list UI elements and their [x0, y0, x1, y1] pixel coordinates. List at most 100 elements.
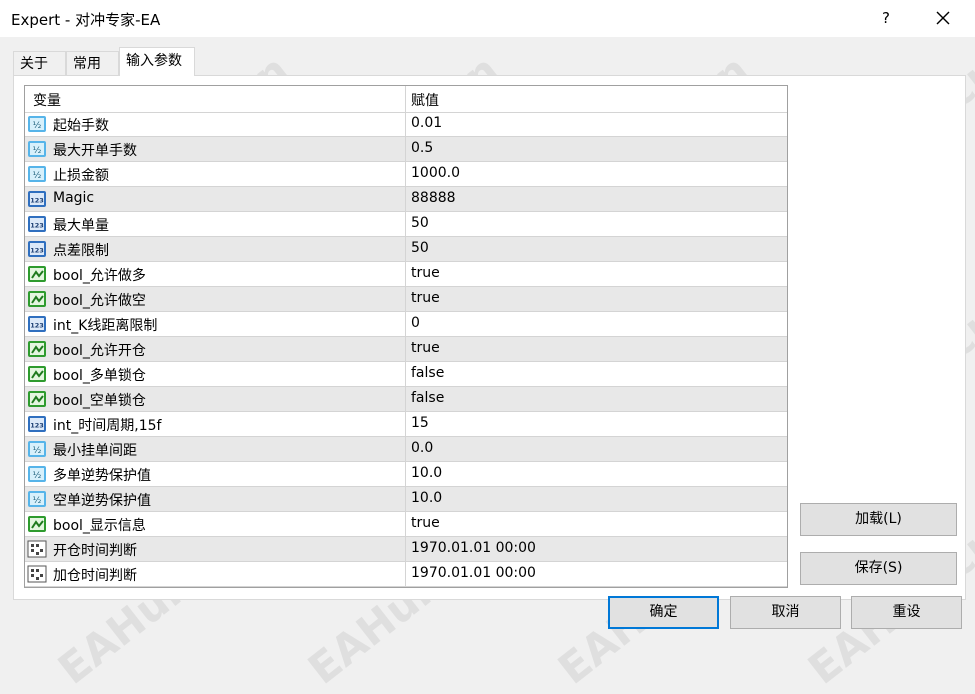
param-name: bool_多单锁仓 — [53, 368, 146, 384]
svg-text:½: ½ — [33, 446, 42, 456]
param-name: 最小挂单间距 — [53, 443, 137, 459]
param-name: 多单逆势保护值 — [53, 468, 151, 484]
param-value[interactable]: 15 — [411, 415, 429, 431]
load-button[interactable]: 加载(L) — [800, 503, 957, 536]
svg-text:½: ½ — [33, 471, 42, 481]
svg-text:123: 123 — [30, 197, 44, 205]
close-icon — [936, 11, 950, 25]
ok-button[interactable]: 确定 — [608, 596, 719, 629]
table-row[interactable]: bool_空单锁仓 false — [25, 387, 787, 412]
close-button[interactable] — [930, 5, 956, 31]
bool-param-icon — [27, 365, 47, 383]
param-name: int_K线距离限制 — [53, 318, 158, 334]
param-value[interactable]: 1970.01.01 00:00 — [411, 540, 536, 556]
column-header-value[interactable]: 赋值 — [411, 90, 439, 110]
bool-param-icon — [27, 265, 47, 283]
table-row[interactable]: bool_允许做空 true — [25, 287, 787, 312]
param-value[interactable]: 1000.0 — [411, 165, 460, 181]
double-param-icon: ½ — [27, 165, 47, 183]
double-param-icon: ½ — [27, 465, 47, 483]
svg-text:123: 123 — [30, 247, 44, 255]
inputs-grid: 变量 赋值 ½ 起始手数 0.01 ½ 最大开单手数 0.5 ½ 止损金额 1000.0 123 M… — [24, 85, 788, 588]
help-button[interactable]: ? — [875, 7, 897, 29]
window-title: Expert - 对冲专家-EA — [11, 11, 161, 29]
tab-about[interactable]: 关于 — [13, 51, 66, 75]
param-name: 开仓时间判断 — [53, 543, 137, 559]
double-param-icon: ½ — [27, 490, 47, 508]
param-name: bool_允许开仓 — [53, 343, 146, 359]
param-name: 点差限制 — [53, 243, 109, 259]
param-value[interactable]: 10.0 — [411, 490, 442, 506]
bool-param-icon — [27, 515, 47, 533]
int-param-icon: 123 — [27, 315, 47, 333]
svg-text:½: ½ — [33, 496, 42, 506]
param-value[interactable]: 0.0 — [411, 440, 433, 456]
table-row[interactable]: 123 int_K线距离限制 0 — [25, 312, 787, 337]
param-value[interactable]: false — [411, 390, 444, 406]
svg-text:½: ½ — [33, 146, 42, 156]
param-name: 加仓时间判断 — [53, 568, 137, 584]
param-value[interactable]: true — [411, 265, 440, 281]
table-row[interactable]: bool_多单锁仓 false — [25, 362, 787, 387]
double-param-icon: ½ — [27, 440, 47, 458]
param-value[interactable]: 88888 — [411, 190, 456, 206]
bool-param-icon — [27, 290, 47, 308]
table-row[interactable]: ½ 起始手数 0.01 — [25, 112, 787, 137]
column-header-variable[interactable]: 变量 — [33, 90, 61, 110]
param-value[interactable]: false — [411, 365, 444, 381]
param-value[interactable]: 10.0 — [411, 465, 442, 481]
param-value[interactable]: 1970.01.01 00:00 — [411, 565, 536, 581]
table-row[interactable]: 开仓时间判断 1970.01.01 00:00 — [25, 537, 787, 562]
param-name: 最大开单手数 — [53, 143, 137, 159]
table-row[interactable]: bool_显示信息 true — [25, 512, 787, 537]
param-name: bool_允许做空 — [53, 293, 146, 309]
table-row[interactable]: 123 int_时间周期,15f 15 — [25, 412, 787, 437]
datetime-param-icon — [27, 540, 47, 558]
datetime-param-icon — [27, 565, 47, 583]
param-name: 最大单量 — [53, 218, 109, 234]
double-param-icon: ½ — [27, 115, 47, 133]
table-row[interactable]: 123 点差限制 50 — [25, 237, 787, 262]
bool-param-icon — [27, 340, 47, 358]
table-row[interactable]: 123 最大单量 50 — [25, 212, 787, 237]
int-param-icon: 123 — [27, 415, 47, 433]
param-value[interactable]: true — [411, 290, 440, 306]
cancel-button[interactable]: 取消 — [730, 596, 841, 629]
int-param-icon: 123 — [27, 190, 47, 208]
param-value[interactable]: 0.01 — [411, 115, 442, 131]
table-row[interactable]: ½ 多单逆势保护值 10.0 — [25, 462, 787, 487]
grid-header: 变量 赋值 — [25, 86, 787, 113]
tab-inputs[interactable]: 输入参数 — [119, 47, 195, 76]
table-row[interactable]: 123 Magic 88888 — [25, 187, 787, 212]
int-param-icon: 123 — [27, 240, 47, 258]
table-row[interactable]: bool_允许做多 true — [25, 262, 787, 287]
table-row[interactable]: ½ 止损金额 1000.0 — [25, 162, 787, 187]
table-row[interactable]: bool_允许开仓 true — [25, 337, 787, 362]
save-button[interactable]: 保存(S) — [800, 552, 957, 585]
param-value[interactable]: 0 — [411, 315, 420, 331]
param-value[interactable]: 50 — [411, 215, 429, 231]
reset-button[interactable]: 重设 — [851, 596, 962, 629]
param-name: 起始手数 — [53, 118, 109, 134]
table-row[interactable]: 加仓时间判断 1970.01.01 00:00 — [25, 562, 787, 587]
bool-param-icon — [27, 390, 47, 408]
param-name: 空单逆势保护值 — [53, 493, 151, 509]
param-value[interactable]: 0.5 — [411, 140, 433, 156]
param-value[interactable]: true — [411, 340, 440, 356]
table-row[interactable]: ½ 空单逆势保护值 10.0 — [25, 487, 787, 512]
svg-text:½: ½ — [33, 121, 42, 131]
table-row[interactable]: ½ 最小挂单间距 0.0 — [25, 437, 787, 462]
param-name: 止损金额 — [53, 168, 109, 184]
param-value[interactable]: true — [411, 515, 440, 531]
svg-text:123: 123 — [30, 222, 44, 230]
tab-common[interactable]: 常用 — [66, 51, 119, 75]
param-value[interactable]: 50 — [411, 240, 429, 256]
param-name: Magic — [53, 190, 95, 206]
param-name: bool_显示信息 — [53, 518, 146, 534]
table-row[interactable]: ½ 最大开单手数 0.5 — [25, 137, 787, 162]
double-param-icon: ½ — [27, 140, 47, 158]
title-bar: Expert - 对冲专家-EA ? — [0, 0, 975, 37]
int-param-icon: 123 — [27, 215, 47, 233]
svg-text:123: 123 — [30, 422, 44, 430]
param-name: int_时间周期,15f — [53, 418, 162, 434]
